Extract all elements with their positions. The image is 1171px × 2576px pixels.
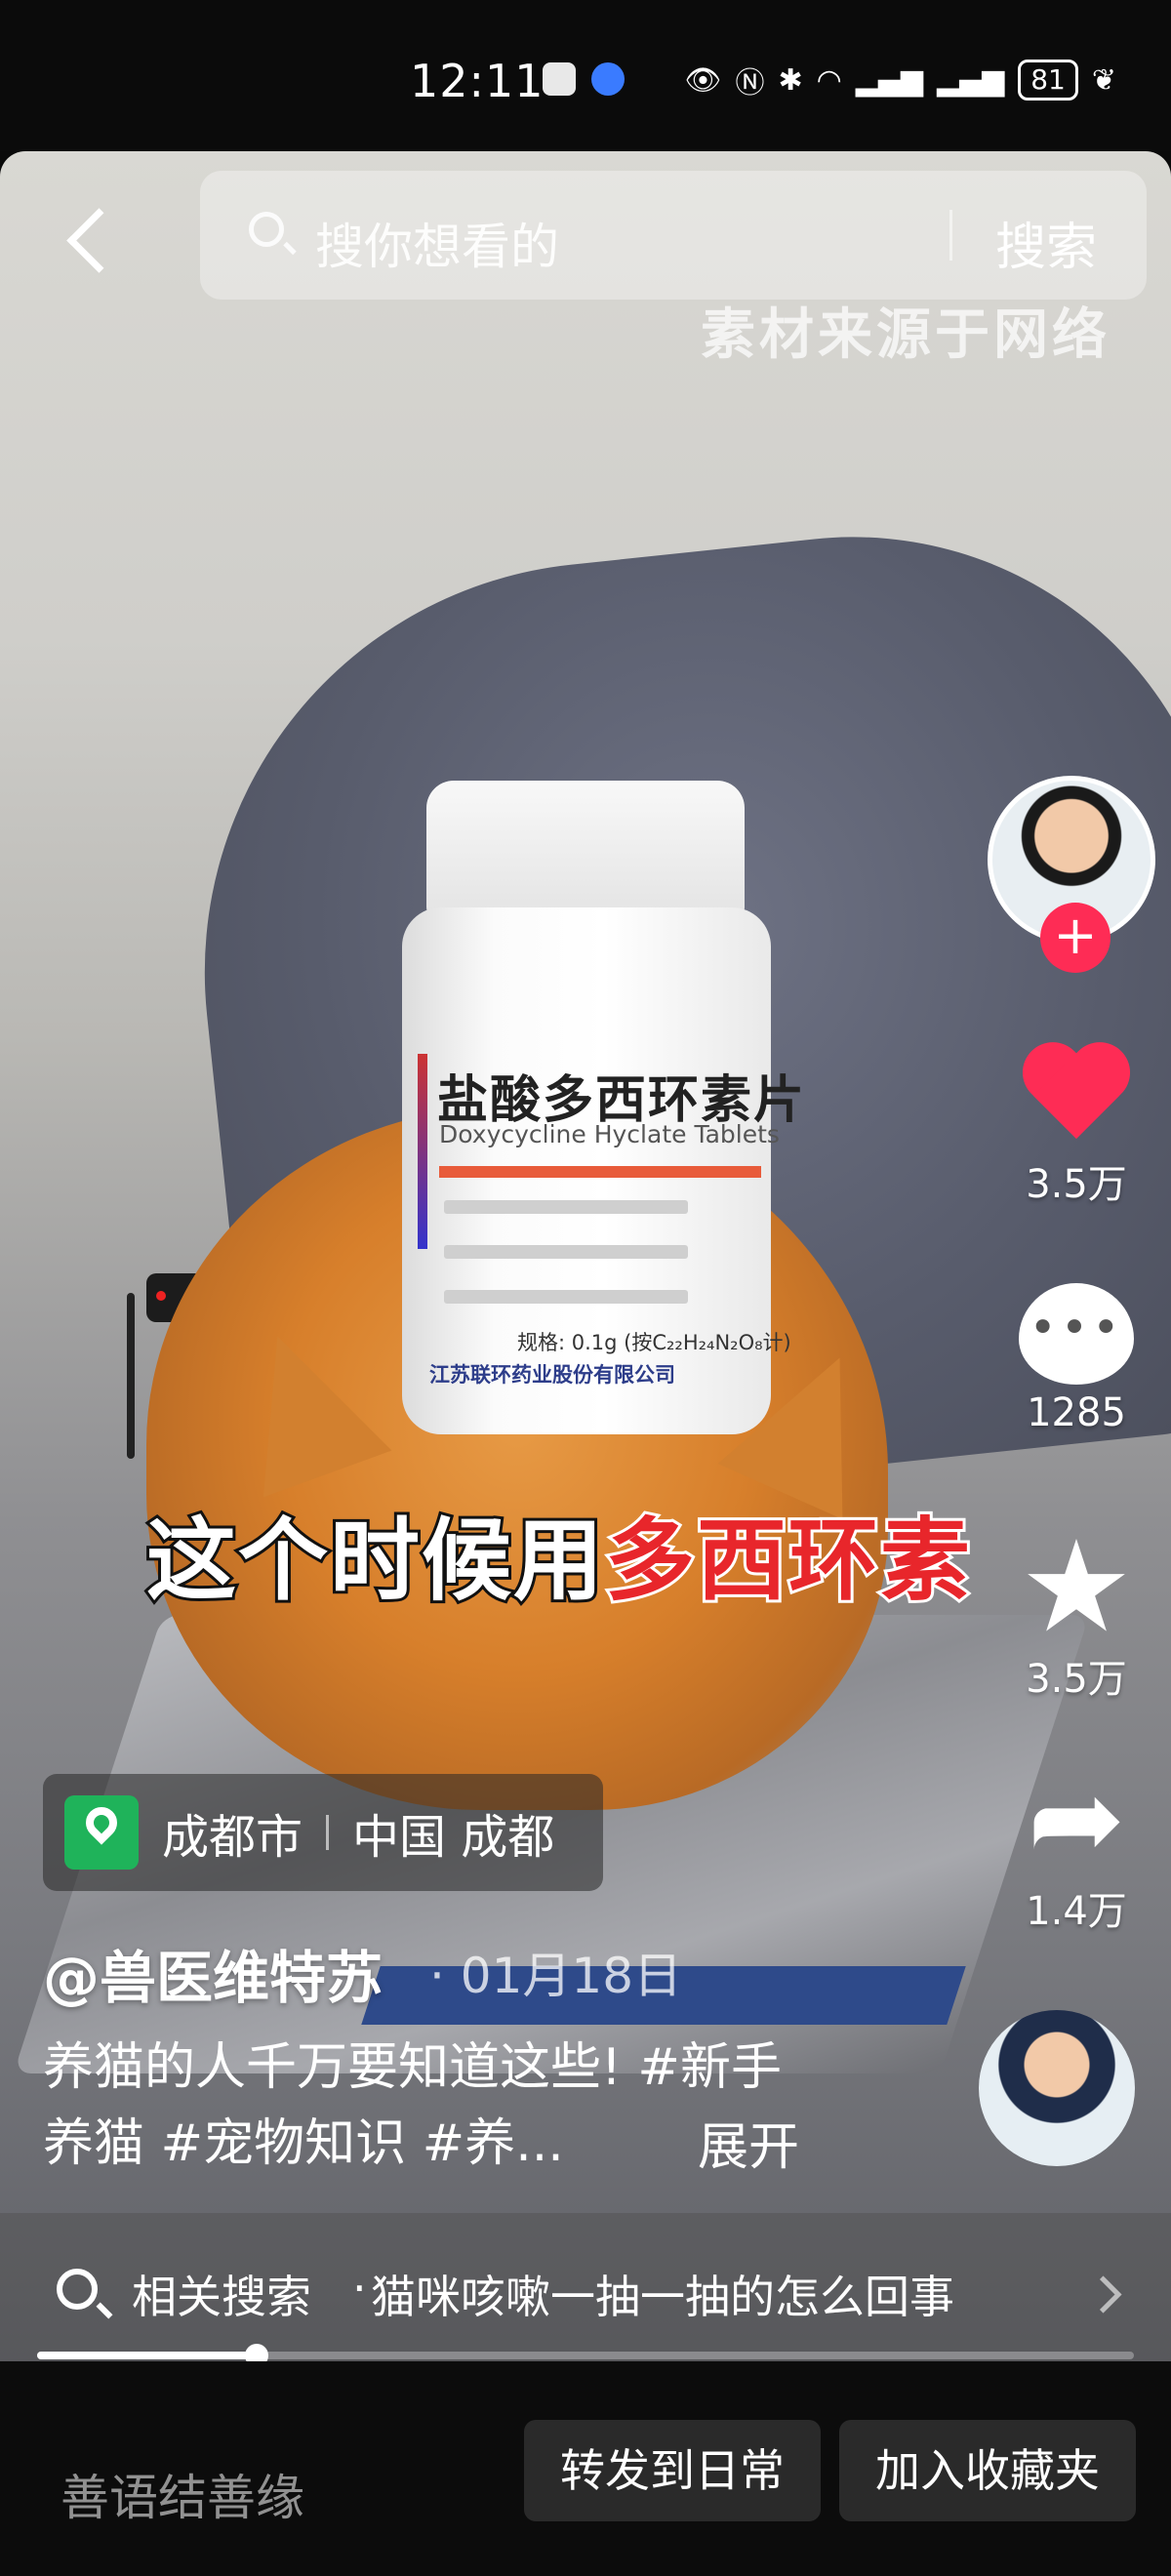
app-notification-icon-blue	[591, 62, 625, 96]
caption-white: 这个时候用	[143, 1506, 606, 1616]
search-icon	[57, 2269, 98, 2310]
search-placeholder: 搜你想看的	[315, 219, 559, 275]
signal-icon: ▂▄▆	[855, 62, 923, 98]
chevron-right-icon	[1084, 2275, 1122, 2314]
location-tag[interactable]: 成都市 中国 成都	[43, 1774, 603, 1891]
post-date: · 01月18日	[429, 1948, 683, 2004]
wifi-icon: ◠	[816, 62, 842, 98]
related-search-label: 相关搜索	[132, 2271, 311, 2323]
location-city: 成都市	[162, 1810, 303, 1865]
like-action[interactable]: 3.5万	[1003, 1039, 1150, 1209]
leaf-icon: ❦	[1091, 62, 1116, 98]
bottle-maker: 江苏联环药业股份有限公司	[429, 1363, 675, 1387]
comment-action[interactable]: 1285	[1003, 1283, 1150, 1435]
comment-count: 1285	[1027, 1390, 1126, 1435]
share-count: 1.4万	[1026, 1889, 1127, 1934]
power-cable	[127, 1293, 135, 1459]
status-bar: 12:11 👁 Ⓝ ✱ ◠ ▂▄▆ ▂▄▆ 81 ❦	[0, 0, 1171, 151]
top-bar: 搜你想看的 搜索	[0, 171, 1171, 307]
star-icon[interactable]: ★	[1003, 1523, 1150, 1650]
bottle-side-stripe	[418, 1054, 427, 1249]
battery-indicator: 81	[1018, 60, 1078, 101]
like-count: 3.5万	[1026, 1162, 1127, 1207]
video-progress-bar[interactable]	[37, 2344, 1134, 2367]
bottle-blurred-lines	[444, 1200, 688, 1335]
related-search-separator: ·	[352, 2262, 367, 2314]
author-name[interactable]: @兽医维特苏	[43, 1932, 383, 2014]
comment-icon[interactable]	[1019, 1283, 1134, 1385]
music-disc-avatar[interactable]	[979, 2010, 1135, 2166]
status-indicators: 👁 Ⓝ ✱ ◠ ▂▄▆ ▂▄▆ 81 ❦	[684, 59, 1116, 101]
video-caption: 这个时候用多西环素	[143, 1488, 973, 1618]
search-input[interactable]: 搜你想看的 搜索	[200, 171, 1147, 300]
caption-red: 多西环素	[602, 1506, 973, 1616]
search-divider	[949, 210, 952, 261]
bottle-name-en: Doxycycline Hyclate Tablets	[439, 1120, 780, 1148]
nfc-icon: Ⓝ	[735, 66, 765, 101]
eye-icon: 👁	[684, 62, 722, 98]
search-button[interactable]: 搜索	[995, 206, 1097, 279]
signal-icon-2: ▂▄▆	[937, 62, 1005, 98]
share-action[interactable]: ➦ 1.4万	[1003, 1761, 1150, 1936]
back-button[interactable]	[59, 200, 127, 278]
location-divider	[326, 1815, 330, 1850]
progress-fill	[37, 2352, 257, 2359]
expand-button[interactable]: 展开	[698, 2106, 799, 2179]
related-search-query: 猫咪咳嗽一抽一抽的怎么回事	[371, 2271, 954, 2323]
location-region: 中国 成都	[352, 1810, 555, 1865]
bluetooth-icon: ✱	[778, 62, 803, 98]
collect-button[interactable]: 加入收藏夹	[839, 2420, 1136, 2521]
bottle-spec: 规格: 0.1g (按C₂₂H₂₄N₂O₈计)	[517, 1331, 791, 1354]
notification-icons	[543, 62, 625, 96]
bottle-stripe	[439, 1166, 761, 1178]
pill-bottle-cap	[426, 781, 745, 917]
status-time: 12:11	[410, 55, 545, 107]
repost-button[interactable]: 转发到日常	[524, 2420, 821, 2521]
heart-icon[interactable]	[1018, 1039, 1135, 1147]
favorite-action[interactable]: ★ 3.5万	[1003, 1523, 1150, 1704]
comment-input[interactable]: 善语结善缘	[61, 2459, 304, 2529]
follow-plus-icon[interactable]: +	[1040, 903, 1110, 973]
related-search-bar[interactable]: 相关搜索 · 猫咪咳嗽一抽一抽的怎么回事	[0, 2213, 1171, 2364]
app-notification-icon	[543, 62, 576, 96]
share-arrow-icon[interactable]: ➦	[1003, 1761, 1150, 1878]
search-icon	[249, 212, 284, 247]
bottom-bar: 善语结善缘 转发到日常 加入收藏夹	[0, 2361, 1171, 2576]
location-pin-icon	[64, 1795, 139, 1870]
